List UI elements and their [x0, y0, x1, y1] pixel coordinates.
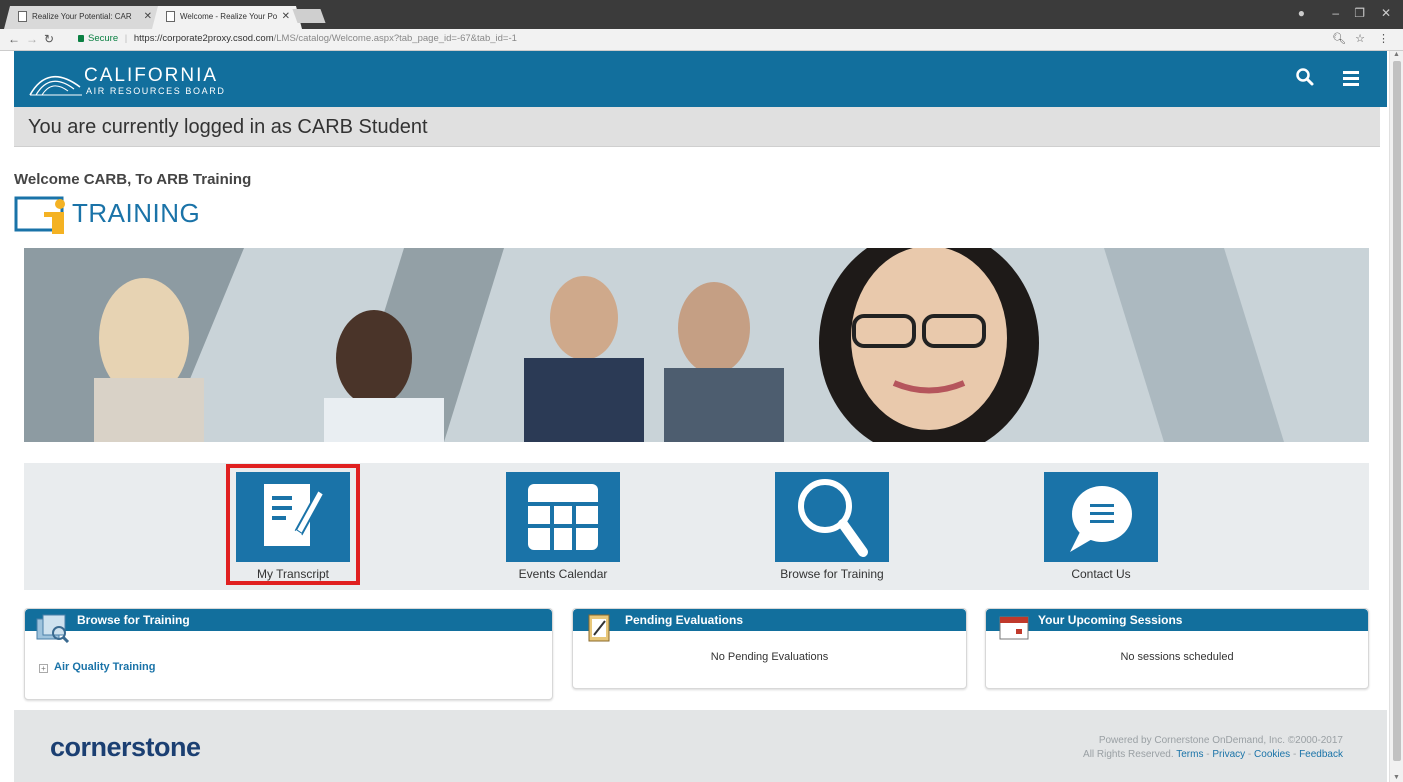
tree-item-air-quality-training[interactable]: + Air Quality Training — [39, 661, 155, 673]
widget-upcoming-sessions: Your Upcoming Sessions No sessions sched… — [985, 608, 1369, 689]
zoom-icon[interactable]: 🔍︎ — [1332, 33, 1346, 45]
events-calendar-tile[interactable] — [506, 472, 620, 562]
url-host: https://corporate2proxy.csod.com — [133, 33, 274, 44]
tab-title: Welcome - Realize Your Po — [180, 12, 278, 21]
close-tab-icon[interactable]: ✕ — [144, 11, 152, 22]
feedback-link[interactable]: Feedback — [1299, 749, 1343, 760]
catalog-icon — [36, 614, 70, 643]
bookmark-star-icon[interactable]: ☆ — [1355, 33, 1365, 45]
widget-title: Pending Evaluations — [573, 609, 966, 631]
quick-link-events-calendar[interactable]: Events Calendar — [506, 472, 620, 581]
profile-icon[interactable]: ● — [1298, 6, 1305, 20]
quick-links: My Transcript Events Calendar Browse for… — [24, 463, 1369, 590]
close-window-icon[interactable]: ✕ — [1381, 6, 1391, 20]
url-field[interactable]: Secure | https://corporate2proxy.csod.co… — [78, 33, 517, 44]
expand-plus-icon[interactable]: + — [39, 664, 48, 673]
widget-pending-evaluations: Pending Evaluations No Pending Evaluatio… — [572, 608, 967, 689]
site-header: CALIFORNIA AIR RESOURCES BOARD — [14, 51, 1387, 107]
hamburger-menu-icon[interactable] — [1343, 71, 1359, 89]
magnifier-icon — [798, 479, 868, 557]
widget-title: Your Upcoming Sessions — [986, 609, 1368, 631]
rights-text: All Rights Reserved. — [1083, 749, 1174, 760]
quick-link-my-transcript[interactable]: My Transcript — [236, 472, 350, 581]
widget-title: Browse for Training — [25, 609, 552, 631]
contact-us-tile[interactable] — [1044, 472, 1158, 562]
back-arrow-icon[interactable]: ← — [8, 32, 20, 46]
cornerstone-logo[interactable]: cornerstone — [50, 732, 201, 763]
quick-link-label[interactable]: My Transcript — [206, 567, 380, 581]
browse-for-training-tile[interactable] — [775, 472, 889, 562]
forward-arrow-icon[interactable]: → — [26, 32, 38, 46]
maximize-icon[interactable]: ❐ — [1354, 6, 1365, 20]
clipboard-pencil-icon — [588, 614, 610, 642]
browser-tab[interactable]: Realize Your Potential: CAR ✕ — [4, 6, 164, 29]
cookies-link[interactable]: Cookies — [1254, 749, 1290, 760]
carb-logo-icon[interactable] — [28, 67, 82, 97]
logged-in-bar: You are currently logged in as CARB Stud… — [14, 107, 1380, 147]
powered-by-text: Powered by Cornerstone OnDemand, Inc. ©2… — [1098, 735, 1343, 746]
reload-icon[interactable]: ↻ — [44, 32, 54, 46]
lock-icon — [78, 35, 84, 42]
browser-tab-active[interactable]: Welcome - Realize Your Po ✕ — [152, 6, 302, 29]
new-tab-button[interactable] — [292, 9, 326, 23]
welcome-heading: Welcome CARB, To ARB Training — [14, 171, 252, 188]
quick-link-label[interactable]: Contact Us — [1014, 567, 1188, 581]
transcript-icon — [264, 484, 326, 546]
minimize-icon[interactable]: – — [1332, 6, 1339, 20]
browser-tab-bar: Realize Your Potential: CAR ✕ Welcome - … — [0, 0, 1403, 29]
tab-title: Realize Your Potential: CAR — [32, 12, 132, 21]
quick-link-browse-for-training[interactable]: Browse for Training — [775, 472, 889, 581]
org-name[interactable]: CALIFORNIA — [84, 65, 218, 87]
quick-link-contact-us[interactable]: Contact Us — [1044, 472, 1158, 581]
quick-link-label[interactable]: Events Calendar — [476, 567, 650, 581]
scroll-down-icon[interactable]: ▼ — [1393, 774, 1400, 781]
page-scrollbar[interactable]: ▲ ▼ — [1389, 51, 1403, 782]
page-footer: cornerstone Powered by Cornerstone OnDem… — [14, 710, 1387, 782]
terms-link[interactable]: Terms — [1176, 749, 1203, 760]
speech-bubble-icon — [1070, 486, 1132, 552]
training-logo-text: TRAINING — [72, 198, 201, 228]
widget-browse-for-training: Browse for Training + Air Quality Trainin… — [24, 608, 553, 700]
url-path: /LMS/catalog/Welcome.aspx?tab_page_id=-6… — [273, 33, 517, 44]
widget-message: No Pending Evaluations — [710, 651, 829, 663]
close-tab-icon[interactable]: ✕ — [282, 11, 290, 22]
address-bar-icons: 🔍︎ ☆ ⋮ — [1332, 32, 1389, 45]
my-transcript-tile[interactable] — [236, 472, 350, 562]
privacy-link[interactable]: Privacy — [1212, 749, 1245, 760]
training-logo-icon — [14, 196, 65, 234]
secure-label: Secure — [88, 33, 119, 44]
org-subtitle: AIR RESOURCES BOARD — [86, 86, 226, 96]
calendar-icon — [528, 484, 598, 550]
banner-image — [24, 248, 1369, 442]
browser-menu-icon[interactable]: ⋮ — [1378, 33, 1389, 45]
widget-message: No sessions scheduled — [1120, 651, 1234, 663]
desk-calendar-icon — [999, 616, 1029, 640]
page-icon — [18, 11, 27, 22]
scroll-up-icon[interactable]: ▲ — [1393, 51, 1400, 58]
scrollbar-thumb[interactable] — [1393, 61, 1401, 761]
banner-photo — [24, 248, 1369, 442]
footer-legal: Powered by Cornerstone OnDemand, Inc. ©2… — [1083, 735, 1343, 760]
search-icon[interactable] — [1295, 67, 1315, 87]
address-bar: ← → ↻ Secure | https://corporate2proxy.c… — [0, 29, 1403, 51]
quick-link-label[interactable]: Browse for Training — [745, 567, 919, 581]
logged-in-text: You are currently logged in as CARB Stud… — [28, 116, 428, 138]
tree-item-label[interactable]: Air Quality Training — [54, 661, 155, 673]
page-icon — [166, 11, 175, 22]
